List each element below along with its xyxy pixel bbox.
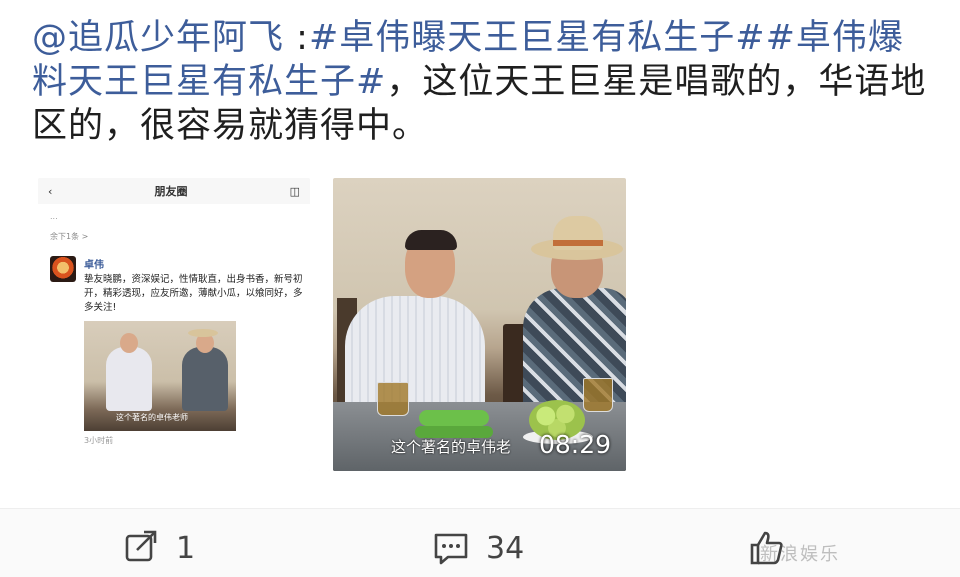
tea-glass [377, 382, 409, 416]
comment-icon [434, 533, 468, 565]
person-head [120, 333, 138, 353]
cucumber [419, 410, 489, 426]
photo-caption: 这个著名的卓伟老师 [116, 413, 188, 422]
hat [188, 329, 218, 337]
moments-time: 3小时前 [84, 436, 114, 445]
post-text: @追瓜少年阿飞 :#卓伟曝天王巨星有私生子##卓伟爆料天王巨星有私生子#，这位天… [32, 16, 932, 148]
repost-icon [125, 530, 157, 562]
weibo-post: @追瓜少年阿飞 :#卓伟曝天王巨星有私生子##卓伟爆料天王巨星有私生子#，这位天… [0, 0, 960, 508]
repost-button[interactable]: 1 [122, 529, 195, 567]
moments-header: ‹ 朋友圈 ◫ [38, 178, 310, 204]
more-link: 余下1条 > [50, 232, 89, 241]
faded-line: ... [50, 212, 58, 221]
moments-body: ... 余下1条 > 卓伟 挚友晓鹏，资深娱记，性情耿直，出身书香，新号初开，精… [38, 204, 310, 471]
person-figure [106, 347, 152, 411]
comment-button[interactable]: 34 [432, 529, 524, 567]
comment-count: 34 [486, 530, 525, 566]
person-left-hair [405, 230, 457, 250]
post-video-thumbnail[interactable]: 这个著名的卓伟老 08:29 [333, 178, 626, 471]
person-figure [182, 347, 228, 411]
back-icon: ‹ [48, 184, 53, 198]
avatar [50, 256, 76, 282]
tea-glass [583, 378, 613, 412]
moments-entry: 卓伟 挚友晓鹏，资深娱记，性情耿直，出身书香，新号初开，精彩透现，应友所邀，薄献… [50, 256, 303, 446]
watermark: 新浪娱乐 [760, 544, 840, 565]
repost-count: 1 [176, 530, 196, 566]
moments-photo: 这个著名的卓伟老师 [84, 321, 236, 431]
video-duration: 08:29 [539, 430, 612, 459]
mention-separator: : [284, 18, 309, 58]
topic-link-1[interactable]: #卓伟曝天王巨星有私生子# [309, 18, 766, 58]
camera-icon: ◫ [289, 184, 300, 198]
moments-author: 卓伟 [84, 260, 104, 271]
post-image-moments-screenshot[interactable]: ‹ 朋友圈 ◫ ... 余下1条 > 卓伟 挚友晓鹏，资深娱记，性情耿直，出身书… [38, 178, 310, 471]
moments-text: 挚友晓鹏，资深娱记，性情耿直，出身书香，新号初开，精彩透现，应友所邀，薄献小瓜，… [84, 274, 303, 313]
video-subtitle: 这个著名的卓伟老 [391, 438, 512, 456]
straw-hat-band [553, 240, 603, 246]
user-mention[interactable]: @追瓜少年阿飞 [32, 18, 284, 58]
moments-title: 朋友圈 [154, 185, 188, 198]
